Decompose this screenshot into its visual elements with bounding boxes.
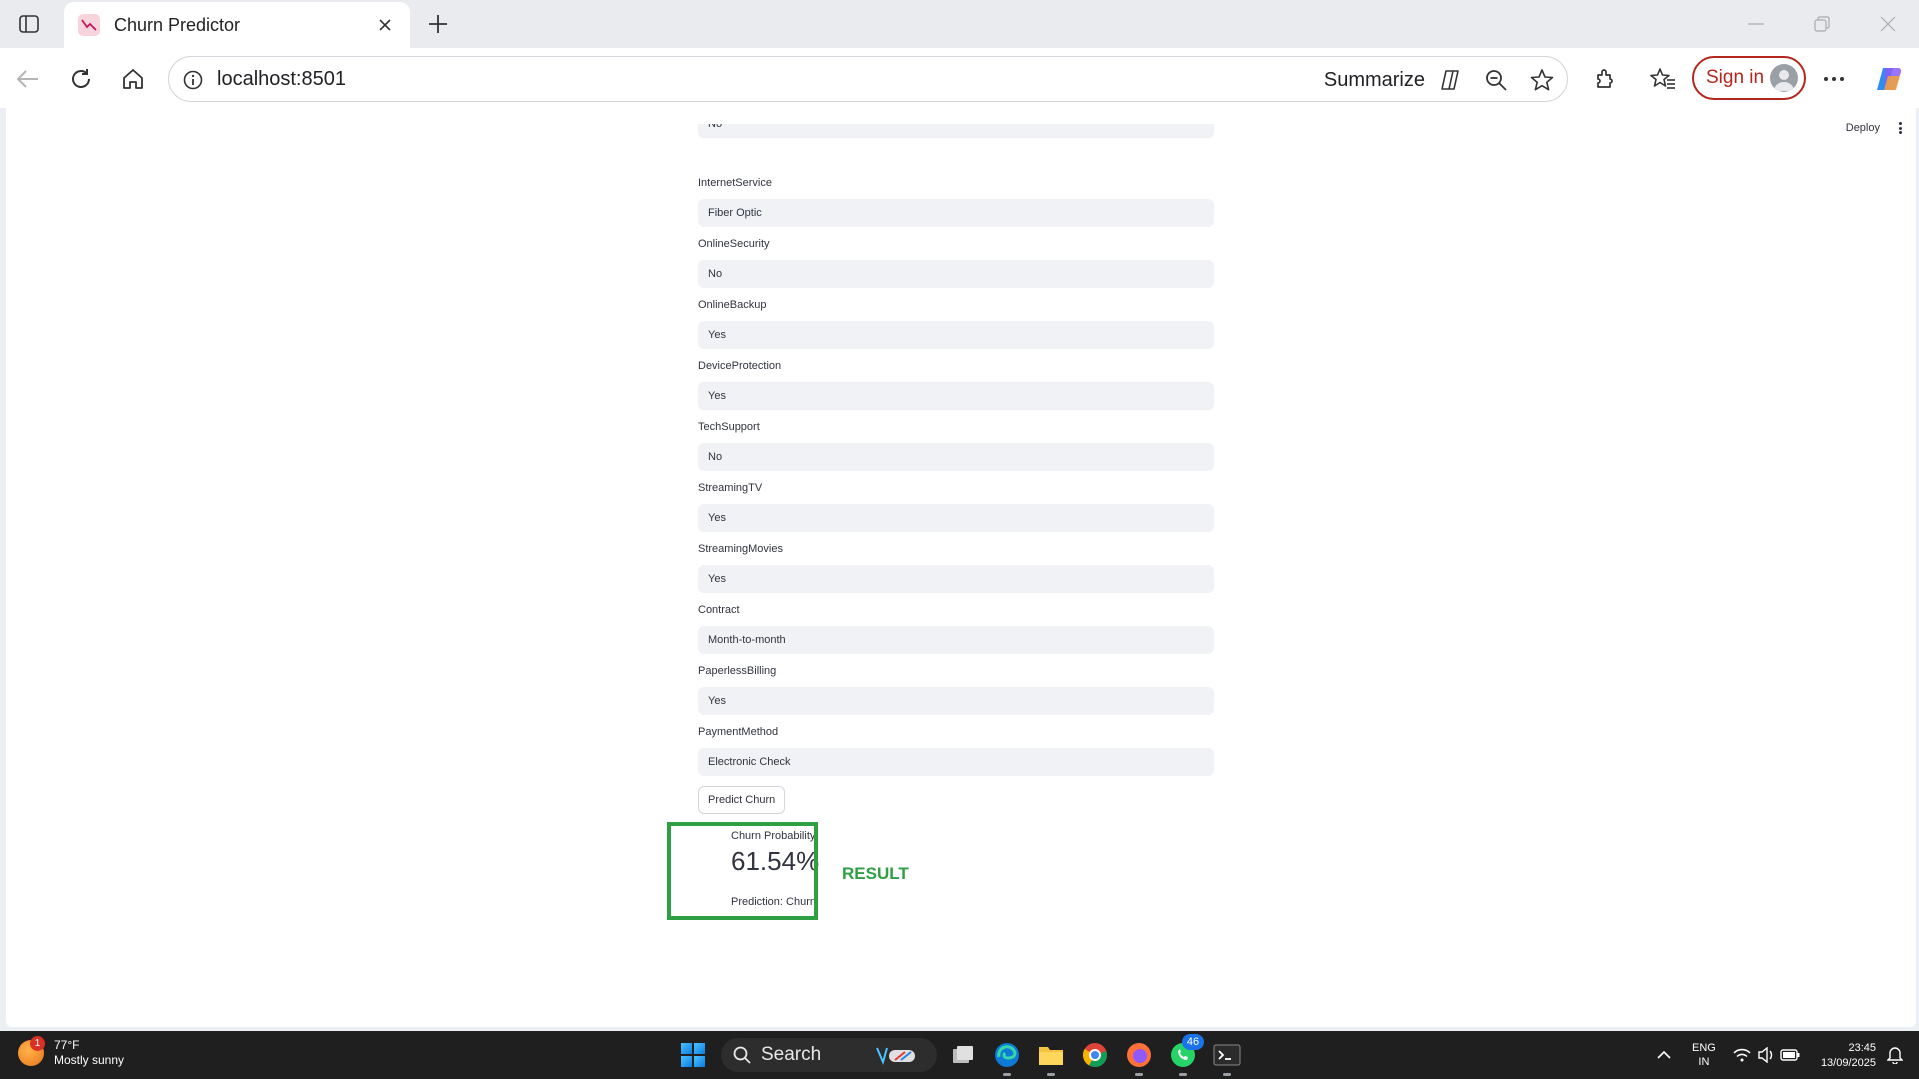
- task-view-icon[interactable]: [948, 1040, 978, 1070]
- avatar-icon: [1770, 64, 1798, 92]
- extensions-icon[interactable]: [1588, 62, 1622, 96]
- field-online-security: OnlineSecurity No: [698, 238, 1214, 288]
- terminal-icon[interactable]: [1212, 1040, 1242, 1076]
- windows-taskbar: 1 77°F Mostly sunny Search 46 ENG IN 23:…: [0, 1031, 1919, 1079]
- weather-temp: 77°F: [54, 1038, 80, 1052]
- language-indicator[interactable]: ENG IN: [1692, 1041, 1716, 1069]
- field-paperless-billing: PaperlessBilling Yes: [698, 665, 1214, 715]
- browser-toolbar: localhost:8501 Summarize Sign in: [0, 48, 1919, 108]
- sign-in-button[interactable]: Sign in: [1692, 56, 1806, 100]
- system-clock[interactable]: 23:45 13/09/2025: [1812, 1041, 1876, 1071]
- field-label: StreamingTV: [698, 482, 763, 494]
- partial-select-value: No: [708, 124, 723, 130]
- deploy-button[interactable]: Deploy: [1846, 122, 1880, 134]
- field-label: DeviceProtection: [698, 360, 782, 372]
- select-streaming-movies[interactable]: Yes: [698, 565, 1214, 593]
- tab-actions-icon[interactable]: [14, 10, 44, 38]
- minimize-icon[interactable]: [1736, 8, 1776, 40]
- select-online-security[interactable]: No: [698, 260, 1214, 288]
- address-bar[interactable]: localhost:8501 Summarize: [168, 56, 1568, 102]
- firefox-icon[interactable]: [1124, 1040, 1154, 1076]
- zoom-out-icon[interactable]: [1483, 67, 1509, 93]
- field-label: Contract: [698, 604, 740, 616]
- new-tab-icon[interactable]: [422, 8, 454, 40]
- select-tech-support[interactable]: No: [698, 443, 1214, 471]
- more-menu-icon[interactable]: [1817, 62, 1851, 96]
- notification-bell-icon[interactable]: [1880, 1040, 1910, 1070]
- weather-widget[interactable]: 1 77°F Mostly sunny: [18, 1036, 125, 1068]
- battery-icon[interactable]: [1775, 1040, 1805, 1070]
- search-highlight-icon: [876, 1047, 916, 1065]
- tab-title: Churn Predictor: [114, 14, 241, 35]
- result-annotation: RESULT: [842, 864, 909, 883]
- browser-tab-active[interactable]: Churn Predictor: [64, 2, 410, 48]
- home-icon[interactable]: [116, 62, 150, 96]
- close-window-icon[interactable]: [1868, 8, 1908, 40]
- field-tech-support: TechSupport No: [698, 421, 1214, 471]
- edge-browser-icon[interactable]: [992, 1040, 1022, 1076]
- field-label: OnlineSecurity: [698, 238, 770, 250]
- predict-churn-button[interactable]: Predict Churn: [698, 786, 786, 814]
- field-contract: Contract Month-to-month: [698, 604, 1214, 654]
- select-online-backup[interactable]: Yes: [698, 321, 1214, 349]
- sign-in-label: Sign in: [1706, 67, 1765, 88]
- search-icon: [733, 1046, 751, 1064]
- field-label: PaperlessBilling: [698, 665, 777, 677]
- field-label: InternetService: [698, 177, 772, 189]
- field-label: PaymentMethod: [698, 726, 779, 738]
- app-menu-icon[interactable]: [1894, 120, 1906, 136]
- chevron-up-icon[interactable]: [1649, 1040, 1679, 1070]
- weather-sun-icon: 1: [18, 1036, 45, 1066]
- restore-icon[interactable]: [1802, 8, 1842, 40]
- chrome-icon[interactable]: [1080, 1040, 1110, 1070]
- copilot-icon[interactable]: [1872, 62, 1906, 96]
- select-payment-method[interactable]: Electronic Check: [698, 748, 1214, 776]
- region-code: IN: [1698, 1056, 1710, 1068]
- select-contract[interactable]: Month-to-month: [698, 626, 1214, 654]
- back-arrow-icon[interactable]: [11, 62, 45, 96]
- chart-favicon-icon: [78, 14, 100, 36]
- select-internet-service[interactable]: Fiber Optic: [698, 199, 1214, 227]
- search-label: Search: [761, 1044, 822, 1065]
- field-label: StreamingMovies: [698, 543, 783, 555]
- field-payment-method: PaymentMethod Electronic Check: [698, 726, 1214, 776]
- select-streaming-tv[interactable]: Yes: [698, 504, 1214, 532]
- app-header: Deploy: [1846, 120, 1906, 136]
- windows-start-icon[interactable]: [681, 1043, 705, 1067]
- clock-date: 13/09/2025: [1820, 1057, 1876, 1069]
- field-streaming-movies: StreamingMovies Yes: [698, 543, 1214, 593]
- browser-tab-bar: Churn Predictor: [0, 0, 1919, 48]
- favorites-icon[interactable]: [1646, 62, 1680, 96]
- weather-condition: Mostly sunny: [54, 1053, 125, 1067]
- clock-time: 23:45: [1848, 1042, 1876, 1054]
- site-info-icon[interactable]: [181, 68, 205, 92]
- page-viewport: Deploy No InternetService Fiber Optic On…: [6, 108, 1916, 1027]
- field-streaming-tv: StreamingTV Yes: [698, 482, 1214, 532]
- select-device-protection[interactable]: Yes: [698, 382, 1214, 410]
- language-code: ENG: [1692, 1042, 1716, 1054]
- select-paperless-billing[interactable]: Yes: [698, 687, 1214, 715]
- copilot-summarize-icon[interactable]: [1437, 67, 1463, 93]
- weather-badge: 1: [30, 1036, 45, 1051]
- file-explorer-icon[interactable]: [1036, 1040, 1066, 1076]
- field-internet-service: InternetService Fiber Optic: [698, 177, 1214, 227]
- favorite-star-icon[interactable]: [1529, 67, 1555, 93]
- field-online-backup: OnlineBackup Yes: [698, 299, 1214, 349]
- whatsapp-icon[interactable]: 46: [1168, 1034, 1204, 1076]
- whatsapp-badge: 46: [1182, 1034, 1204, 1050]
- field-device-protection: DeviceProtection Yes: [698, 360, 1214, 410]
- reload-icon[interactable]: [64, 62, 98, 96]
- partial-select-field[interactable]: No: [698, 124, 1214, 138]
- summarize-button[interactable]: Summarize: [1324, 69, 1425, 92]
- close-tab-icon[interactable]: [374, 14, 396, 36]
- url-text[interactable]: localhost:8501: [217, 68, 346, 91]
- result-highlight-box: [667, 822, 818, 920]
- taskbar-search[interactable]: Search: [721, 1038, 937, 1072]
- field-label: OnlineBackup: [698, 299, 767, 311]
- field-label: TechSupport: [698, 421, 760, 433]
